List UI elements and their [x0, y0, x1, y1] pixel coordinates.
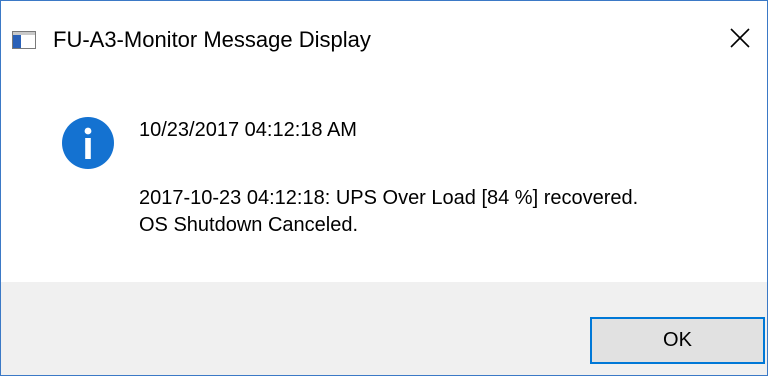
message-dialog-window: FU-A3-Monitor Message Display 10/23/2017…	[0, 0, 768, 376]
ok-button[interactable]: OK	[590, 317, 765, 364]
message-content: 10/23/2017 04:12:18 AM 2017-10-23 04:12:…	[1, 87, 767, 282]
window-title: FU-A3-Monitor Message Display	[53, 27, 371, 52]
message-timestamp: 10/23/2017 04:12:18 AM	[139, 119, 357, 141]
close-icon	[730, 28, 750, 48]
message-line: 2017-10-23 04:12:18: UPS Over Load [84 %…	[139, 187, 639, 209]
title-bar[interactable]: FU-A3-Monitor Message Display	[1, 1, 767, 87]
close-button[interactable]	[717, 13, 763, 63]
window-app-icon	[12, 31, 36, 49]
info-icon	[62, 117, 114, 169]
dialog-footer: OK	[1, 282, 767, 375]
message-line: OS Shutdown Canceled.	[139, 214, 359, 236]
